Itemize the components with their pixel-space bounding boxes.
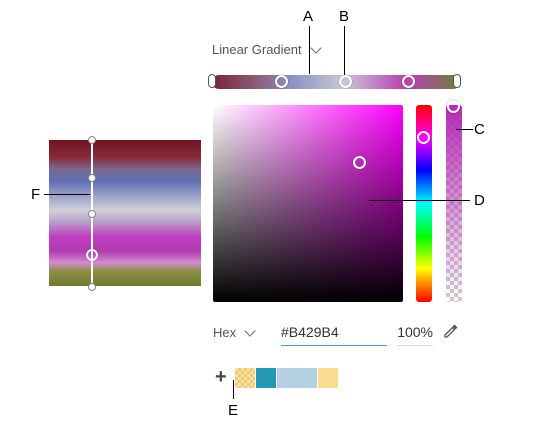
chevron-down-icon <box>309 41 322 54</box>
gradient-axis-stop-selected[interactable] <box>86 249 98 261</box>
callout-c: C <box>474 121 485 138</box>
chevron-down-icon <box>244 324 256 337</box>
callout-d: D <box>474 192 485 209</box>
callout-c-line <box>456 129 473 130</box>
hue-slider[interactable] <box>416 105 432 302</box>
add-swatch-button[interactable]: + <box>215 367 227 387</box>
callout-f: F <box>31 186 41 203</box>
callout-e: E <box>228 402 239 419</box>
callout-b: B <box>339 8 350 25</box>
gradient-type-dropdown[interactable]: Linear Gradient <box>212 41 322 57</box>
gradient-stop-handle[interactable] <box>275 75 288 88</box>
opacity-input[interactable]: 100% <box>397 321 433 346</box>
saturation-value-picker[interactable] <box>213 105 403 302</box>
gradient-stop-start[interactable] <box>208 74 216 88</box>
gradient-stop-end[interactable] <box>453 74 461 88</box>
callout-a: A <box>303 8 314 25</box>
gradient-stops-bar[interactable] <box>208 74 461 89</box>
eyedropper-icon[interactable] <box>442 322 460 340</box>
callout-e-line <box>233 380 234 399</box>
color-swatch[interactable] <box>235 368 255 388</box>
gradient-axis-stop[interactable] <box>88 174 96 182</box>
hex-input[interactable]: #B429B4 <box>281 321 387 346</box>
color-format-label: Hex <box>213 325 237 340</box>
alpha-knob[interactable] <box>447 100 460 113</box>
gradient-type-label: Linear Gradient <box>212 42 302 57</box>
gradient-axis-end-handle[interactable] <box>88 283 96 291</box>
gradient-axis-start-handle[interactable] <box>88 136 96 144</box>
callout-b-line <box>344 26 345 76</box>
hue-knob[interactable] <box>417 131 430 144</box>
alpha-slider[interactable] <box>446 100 462 302</box>
callout-f-line <box>44 194 90 195</box>
sv-knob[interactable] <box>353 156 366 169</box>
gradient-axis-stop[interactable] <box>88 210 96 218</box>
gradient-preview-canvas[interactable] <box>49 140 201 286</box>
gradient-stop-handle-selected[interactable] <box>339 75 352 88</box>
color-format-dropdown[interactable]: Hex <box>213 324 256 340</box>
color-swatch[interactable] <box>297 368 317 388</box>
color-swatch[interactable] <box>318 368 338 388</box>
color-swatch[interactable] <box>277 368 297 388</box>
gradient-stop-handle[interactable] <box>402 75 415 88</box>
color-swatch[interactable] <box>256 368 276 388</box>
callout-d-line <box>369 200 470 201</box>
